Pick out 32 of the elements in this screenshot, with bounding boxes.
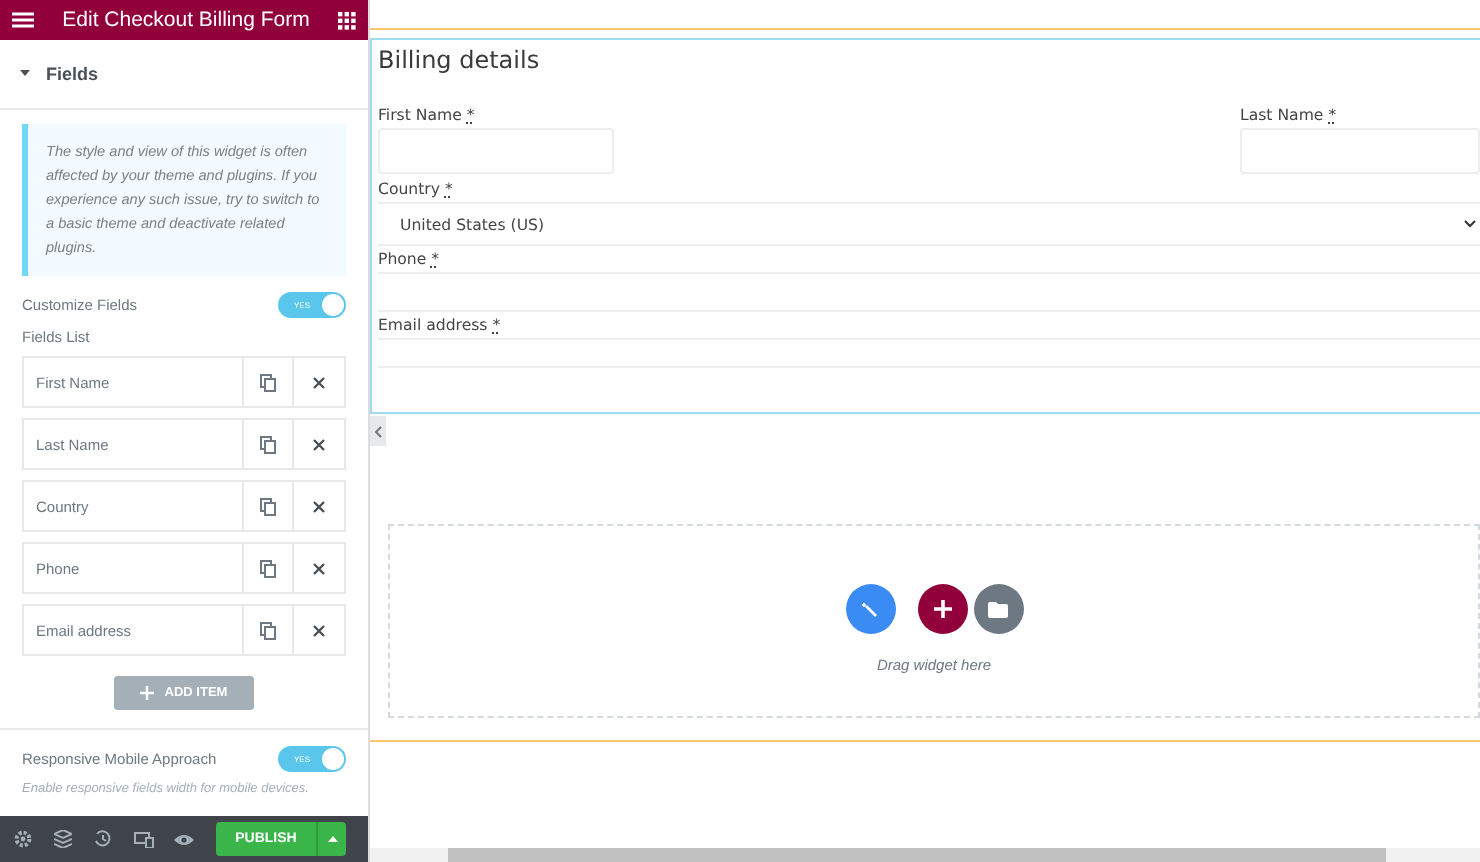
- publish-options-button[interactable]: [316, 822, 346, 856]
- close-icon: [312, 375, 326, 389]
- close-icon: [312, 437, 326, 451]
- close-icon: [312, 561, 326, 575]
- section-heading: Billing details: [378, 46, 542, 74]
- close-icon: [312, 623, 326, 637]
- copy-icon: [260, 621, 276, 639]
- responsive-icon[interactable]: [130, 826, 156, 852]
- folder-button[interactable]: [973, 584, 1023, 634]
- layers-icon[interactable]: [50, 826, 76, 852]
- grid-icon[interactable]: [338, 11, 356, 29]
- settings-icon[interactable]: [10, 826, 36, 852]
- caret-up-icon: [327, 836, 337, 842]
- copy-icon: [260, 497, 276, 515]
- plus-icon: [933, 600, 951, 618]
- panel-title: Edit Checkout Billing Form: [62, 8, 310, 32]
- section-header[interactable]: Fields: [0, 40, 368, 110]
- wand-icon: [862, 601, 878, 617]
- collapse-handle[interactable]: [370, 416, 386, 446]
- close-icon: [312, 499, 326, 513]
- copy-icon: [260, 435, 276, 453]
- menu-icon[interactable]: [12, 12, 34, 28]
- copy-icon: [260, 373, 276, 391]
- history-icon[interactable]: [90, 826, 116, 852]
- folder-icon: [988, 601, 1008, 617]
- scrollbar[interactable]: [370, 848, 1480, 862]
- chevron-icon: [1464, 220, 1476, 228]
- magic-wand-button[interactable]: [845, 584, 895, 634]
- caret-icon: [20, 70, 30, 78]
- plus-icon: [140, 686, 155, 700]
- add-button[interactable]: [917, 584, 967, 634]
- copy-icon: [260, 559, 276, 577]
